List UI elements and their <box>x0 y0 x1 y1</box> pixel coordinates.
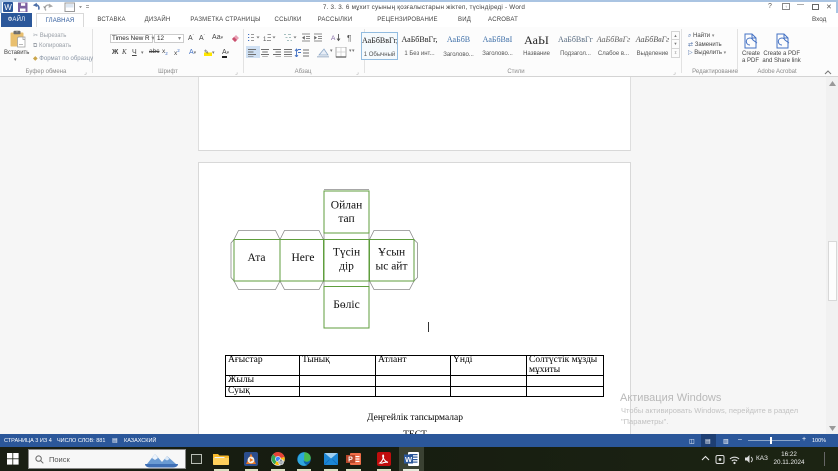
svg-text:дір: дір <box>339 261 354 273</box>
svg-text:А: А <box>331 35 336 42</box>
svg-text:Түсін: Түсін <box>333 247 360 259</box>
svg-text:ыс айт: ыс айт <box>376 261 408 273</box>
svg-text:тап: тап <box>338 213 354 225</box>
svg-text:Бөліс: Бөліс <box>333 299 359 311</box>
svg-text:Неге: Неге <box>291 252 314 264</box>
svg-text:P: P <box>348 457 353 464</box>
svg-text:Ұсын: Ұсын <box>378 247 405 259</box>
svg-text:Ойлан: Ойлан <box>331 200 362 212</box>
svg-text:¶: ¶ <box>347 34 351 42</box>
svg-text:W: W <box>4 3 12 12</box>
svg-text:M: M <box>279 460 283 466</box>
svg-text:W: W <box>405 455 413 464</box>
svg-text:Ата: Ата <box>247 252 265 264</box>
